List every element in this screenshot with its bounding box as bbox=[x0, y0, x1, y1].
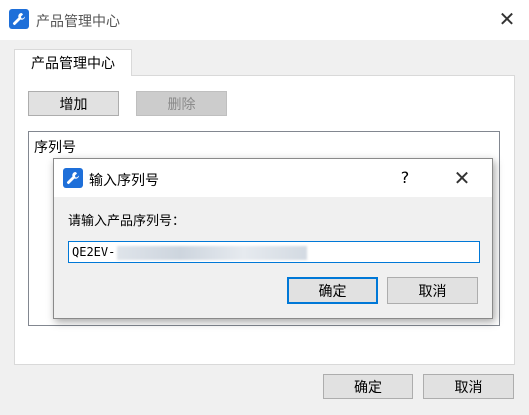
dialog-cancel-button[interactable]: 取消 bbox=[387, 277, 478, 304]
footer-cancel-button[interactable]: 取消 bbox=[423, 374, 514, 399]
dialog-cancel-label: 取消 bbox=[418, 283, 447, 300]
dialog-ok-button[interactable]: 确定 bbox=[287, 277, 378, 304]
redacted-serial bbox=[117, 245, 308, 260]
window-title: 产品管理中心 bbox=[36, 14, 120, 30]
tab-product-management[interactable]: 产品管理中心 bbox=[14, 49, 132, 76]
wrench-icon bbox=[63, 168, 83, 188]
dialog-close-button[interactable]: ✕ bbox=[452, 168, 472, 188]
delete-button[interactable]: 删除 bbox=[136, 91, 227, 116]
dialog-ok-label: 确定 bbox=[318, 283, 347, 300]
footer-cancel-label: 取消 bbox=[454, 379, 483, 396]
footer-ok-label: 确定 bbox=[354, 379, 382, 396]
serial-prompt-label: 请输入产品序列号： bbox=[68, 214, 186, 229]
serial-input-value: QE2EV- bbox=[72, 245, 116, 259]
add-button[interactable]: 增加 bbox=[28, 91, 119, 116]
tab-label: 产品管理中心 bbox=[31, 56, 115, 72]
window-close-button[interactable]: ✕ bbox=[497, 9, 517, 29]
wrench-icon bbox=[9, 9, 29, 29]
delete-button-label: 删除 bbox=[167, 96, 196, 113]
dialog-help-button[interactable]: ? bbox=[397, 168, 413, 187]
footer-ok-button[interactable]: 确定 bbox=[323, 374, 413, 399]
serial-input[interactable]: QE2EV- bbox=[68, 241, 480, 263]
add-button-label: 增加 bbox=[59, 96, 88, 113]
column-header-serial[interactable]: 序列号 bbox=[34, 137, 76, 157]
serial-input-dialog: 输入序列号 ? ✕ 请输入产品序列号： QE2EV- 确定 取消 bbox=[53, 158, 493, 319]
dialog-title: 输入序列号 bbox=[89, 173, 159, 189]
